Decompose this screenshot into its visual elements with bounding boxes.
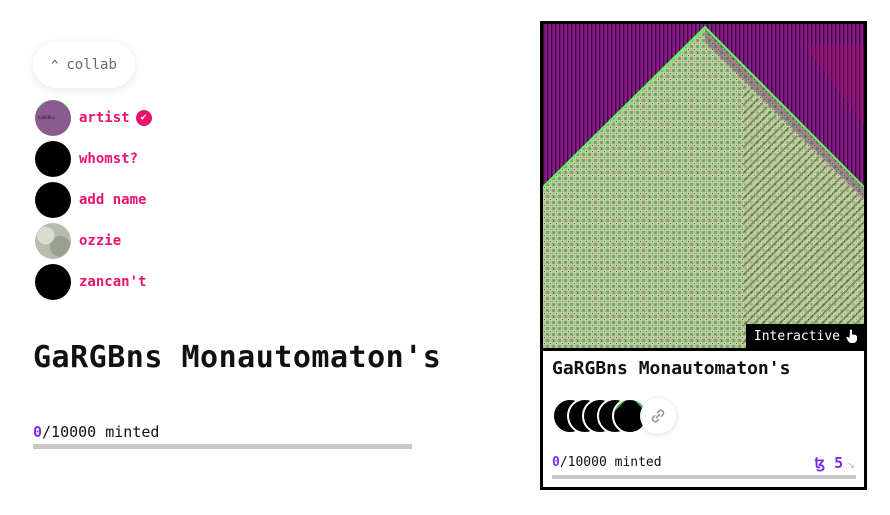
token-card[interactable]: Interactive GaRGBns Monautomaton's 0/100… bbox=[540, 21, 867, 490]
avatar[interactable] bbox=[35, 181, 71, 218]
card-minted-status: 0/10000 minted bbox=[552, 455, 662, 470]
price-value: 5 bbox=[834, 454, 844, 472]
tez-icon: ꜩ bbox=[814, 454, 826, 472]
author-item-artist[interactable]: GaRGBns artist ✔ bbox=[35, 97, 152, 138]
minted-count: 0 bbox=[33, 423, 43, 441]
author-list: GaRGBns artist ✔ whomst? add name ozzie … bbox=[35, 97, 152, 302]
price-tag[interactable]: ꜩ 5 ↘ bbox=[814, 454, 855, 472]
interactive-label: Interactive bbox=[753, 328, 840, 344]
avatar[interactable]: GaRGBns bbox=[35, 99, 71, 136]
card-progress-bar bbox=[552, 475, 856, 479]
author-name[interactable]: artist bbox=[79, 110, 130, 126]
interactive-badge: Interactive bbox=[745, 324, 864, 348]
author-item-ozzie[interactable]: ozzie bbox=[35, 220, 152, 261]
minted-label: minted bbox=[606, 455, 662, 470]
verified-icon: ✔ bbox=[135, 109, 152, 126]
author-name[interactable]: whomst? bbox=[79, 151, 138, 167]
page-title: GaRGBns Monautomaton's bbox=[33, 340, 442, 375]
edition-total: /10000 bbox=[559, 455, 607, 470]
author-name[interactable]: add name bbox=[79, 192, 146, 208]
artwork-preview[interactable]: Interactive bbox=[543, 24, 864, 348]
avatar[interactable] bbox=[35, 140, 71, 177]
author-name[interactable]: ozzie bbox=[79, 233, 121, 249]
minted-status: 0/10000 minted bbox=[33, 423, 159, 441]
chevron-up-icon: ^ bbox=[51, 58, 59, 72]
edition-total: /10000 bbox=[42, 423, 97, 441]
arrow-down-right-icon: ↘ bbox=[847, 457, 855, 472]
card-title[interactable]: GaRGBns Monautomaton's bbox=[552, 358, 790, 379]
minted-label: minted bbox=[96, 423, 160, 441]
author-item-whomst[interactable]: whomst? bbox=[35, 138, 152, 179]
artwork-image bbox=[543, 24, 864, 348]
collab-toggle-button[interactable]: ^ collab bbox=[33, 42, 135, 88]
minted-count: 0 bbox=[552, 455, 560, 470]
avatar[interactable] bbox=[35, 263, 71, 300]
mint-progress-bar bbox=[33, 444, 412, 449]
hand-pointer-icon bbox=[846, 329, 858, 343]
author-name[interactable]: zancan't bbox=[79, 274, 146, 290]
card-divider bbox=[543, 348, 864, 351]
link-icon[interactable] bbox=[640, 398, 676, 434]
collab-label: collab bbox=[66, 57, 117, 73]
author-item-add-name[interactable]: add name bbox=[35, 179, 152, 220]
avatar[interactable] bbox=[35, 222, 71, 259]
author-item-zancant[interactable]: zancan't bbox=[35, 261, 152, 302]
